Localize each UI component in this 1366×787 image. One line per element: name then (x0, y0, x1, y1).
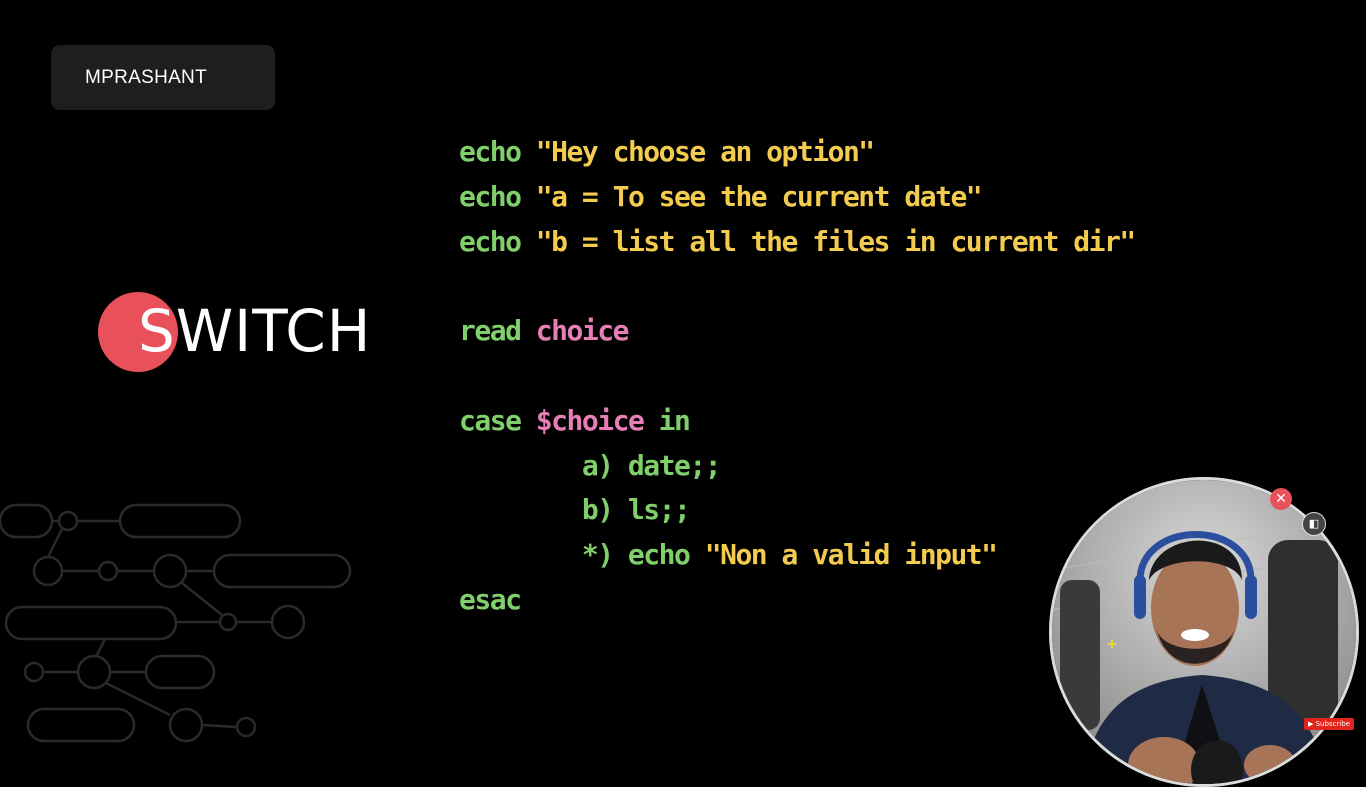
camera-toggle-icon[interactable]: ◧ (1302, 512, 1326, 536)
circuit-decoration (0, 503, 352, 743)
code-string: "Hey choose an option" (535, 135, 875, 168)
code-keyword: *) echo (581, 538, 691, 572)
code-keyword: esac (459, 582, 522, 616)
code-block: echo "Hey choose an option" echo "a = To… (459, 130, 1136, 623)
code-line-1: echo "Hey choose an option" (459, 130, 1135, 175)
code-case-option: b) ls;; (581, 493, 691, 527)
subscribe-icon[interactable]: ▶ Subscribe (1304, 718, 1355, 730)
code-keyword: read (459, 314, 522, 348)
code-line-8: a) date;; (459, 444, 1135, 489)
code-line-7: case $choice in (459, 399, 1135, 444)
close-icon[interactable]: ✕ (1270, 488, 1292, 510)
brand-name: MPRASHANT (85, 66, 207, 88)
code-keyword: echo (459, 135, 522, 168)
code-keyword: case (459, 403, 522, 437)
code-string: "Non a valid input" (704, 538, 998, 572)
subscribe-label: Subscribe (1315, 720, 1351, 728)
code-line-2: echo "a = To see the current date" (459, 175, 1135, 220)
code-string: "a = To see the current date" (535, 179, 983, 213)
code-keyword: echo (459, 179, 522, 213)
code-line-11: esac (459, 578, 1135, 623)
slide-title-text: SWITCH (138, 297, 372, 365)
code-case-option: a) date;; (581, 448, 722, 482)
brand-badge: MPRASHANT (51, 45, 275, 110)
code-variable: $choice (535, 403, 645, 437)
code-line-3: echo "b = list all the files in current … (459, 220, 1136, 265)
code-line-10: *) echo "Non a valid input" (459, 533, 1135, 578)
slide-title: SWITCH (98, 292, 398, 372)
code-string: "b = list all the files in current dir" (535, 224, 1136, 258)
code-line-9: b) ls;; (459, 488, 1135, 533)
code-variable: choice (535, 314, 630, 348)
code-line-5: read choice (459, 309, 1135, 354)
code-keyword: in (658, 403, 691, 437)
code-keyword: echo (459, 224, 522, 258)
